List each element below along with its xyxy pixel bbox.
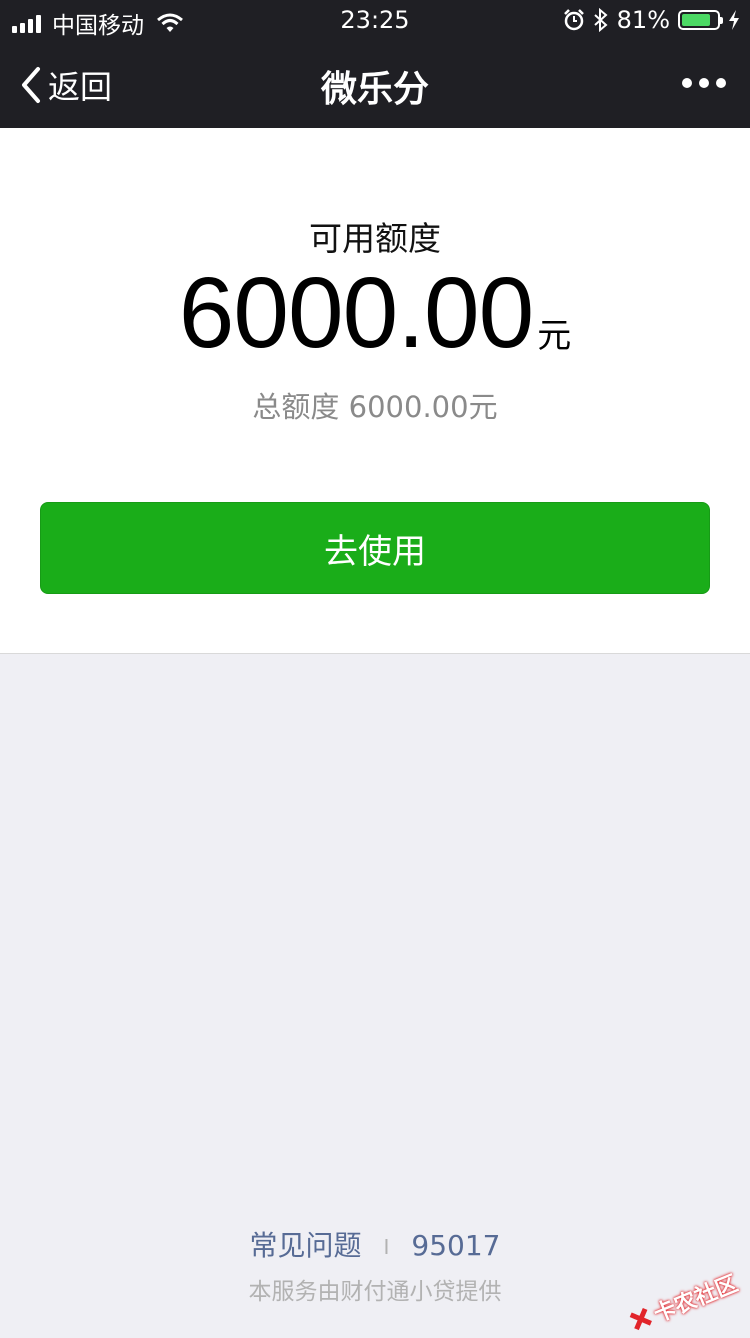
use-button[interactable]: 去使用 xyxy=(40,502,710,594)
phone-link[interactable]: 95017 xyxy=(411,1229,500,1262)
status-bar: 中国移动 23:25 81% xyxy=(0,0,750,40)
credit-card: 可用额度 6000.00 元 总额度 6000.00元 去使用 xyxy=(0,128,750,654)
battery-fill xyxy=(682,14,710,26)
total-credit: 总额度 6000.00元 xyxy=(252,390,498,424)
charging-icon xyxy=(729,10,739,30)
battery-percent: 81% xyxy=(616,6,670,34)
available-amount-row: 6000.00 元 xyxy=(0,256,750,371)
page-title: 微乐分 xyxy=(320,69,429,110)
amount-unit: 元 xyxy=(537,316,572,356)
faq-link[interactable]: 常见问题 xyxy=(250,1229,362,1262)
more-icon[interactable] xyxy=(675,78,726,88)
footer-links: 常见问题 I 95017 xyxy=(0,1224,750,1264)
battery-tip xyxy=(720,17,723,24)
bluetooth-icon xyxy=(593,8,608,32)
status-right: 81% xyxy=(555,6,740,34)
provider-text: 本服务由财付通小贷提供 xyxy=(248,1279,502,1305)
watermark-logo-icon xyxy=(626,1305,655,1334)
footer-separator: I xyxy=(383,1235,390,1259)
available-credit-label: 可用额度 xyxy=(309,219,441,258)
battery-icon xyxy=(678,10,723,30)
nav-bar: 返回 微乐分 xyxy=(0,40,750,128)
alarm-icon xyxy=(563,9,584,31)
available-amount: 6000.00 xyxy=(178,257,534,369)
